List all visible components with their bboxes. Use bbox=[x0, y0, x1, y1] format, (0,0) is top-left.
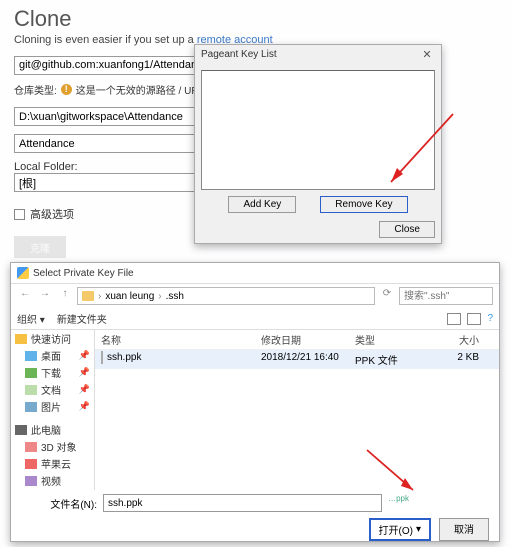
filename-input[interactable] bbox=[103, 494, 382, 512]
tree-downloads[interactable]: 下载 bbox=[41, 365, 61, 380]
pageant-dialog: Pageant Key List ✕ Add Key Remove Key Cl… bbox=[194, 44, 442, 244]
ppk-icon bbox=[101, 351, 103, 364]
refresh-icon[interactable]: ⟳ bbox=[379, 288, 395, 304]
file-size: 2 KB bbox=[423, 352, 493, 367]
file-type: PPK 文件 bbox=[355, 352, 423, 367]
tree-video[interactable]: 视频 bbox=[41, 473, 61, 488]
file-dialog-title: Select Private Key File bbox=[33, 268, 134, 279]
advanced-checkbox[interactable] bbox=[14, 209, 25, 220]
preview-icon[interactable] bbox=[467, 313, 481, 325]
address-bar[interactable]: › xuan leung › .ssh bbox=[77, 287, 375, 305]
tree-pc[interactable]: 此电脑 bbox=[31, 422, 61, 437]
close-button[interactable]: Close bbox=[379, 221, 435, 238]
shield-icon bbox=[17, 267, 29, 279]
pageant-title: Pageant Key List bbox=[201, 49, 277, 60]
open-button[interactable]: 打开(O)▾ bbox=[369, 518, 431, 541]
col-name[interactable]: 名称 bbox=[101, 332, 261, 347]
breadcrumb-dir[interactable]: .ssh bbox=[166, 291, 184, 302]
annotation-arrow-icon bbox=[363, 448, 423, 496]
clone-button[interactable]: 克隆 bbox=[14, 236, 66, 258]
key-list[interactable] bbox=[201, 70, 435, 190]
nav-up-icon[interactable]: ↑ bbox=[57, 288, 73, 304]
warning-icon: ! bbox=[61, 84, 72, 95]
file-name: ssh.ppk bbox=[107, 352, 141, 363]
view-icon[interactable] bbox=[447, 313, 461, 325]
nav-back-icon[interactable]: ← bbox=[17, 288, 33, 304]
cancel-button[interactable]: 取消 bbox=[439, 518, 489, 541]
warn-label: 仓库类型: bbox=[14, 82, 57, 97]
page-title: Clone bbox=[14, 6, 497, 32]
new-folder-button[interactable]: 新建文件夹 bbox=[57, 311, 107, 326]
help-icon[interactable]: ? bbox=[487, 313, 493, 324]
search-input[interactable] bbox=[399, 287, 493, 305]
tree-desktop[interactable]: 桌面 bbox=[41, 348, 61, 363]
file-row[interactable]: ssh.ppk 2018/12/21 16:40 PPK 文件 2 KB bbox=[95, 350, 499, 369]
col-date[interactable]: 修改日期 bbox=[261, 332, 355, 347]
annotation-arrow-icon bbox=[383, 112, 463, 192]
close-icon[interactable]: ✕ bbox=[419, 48, 435, 61]
organize-menu[interactable]: 组织 ▾ bbox=[17, 311, 45, 326]
subtitle-text: Cloning is even easier if you set up a bbox=[14, 34, 197, 46]
tree-docs[interactable]: 文档 bbox=[41, 382, 61, 397]
folder-icon bbox=[82, 291, 94, 301]
select-value: [根] bbox=[19, 175, 36, 191]
tree-apple[interactable]: 苹果云 bbox=[41, 456, 71, 471]
file-date: 2018/12/21 16:40 bbox=[261, 352, 355, 367]
filename-label: 文件名(N): bbox=[21, 496, 97, 511]
file-dialog: Select Private Key File ← → ↑ › xuan leu… bbox=[10, 262, 500, 542]
tree-3d[interactable]: 3D 对象 bbox=[41, 439, 77, 454]
col-type[interactable]: 类型 bbox=[355, 332, 423, 347]
nav-tree[interactable]: 快速访问 桌面📌 下载📌 文档📌 图片📌 此电脑 3D 对象 苹果云 视频 图片… bbox=[11, 330, 95, 490]
col-size[interactable]: 大小 bbox=[423, 332, 493, 347]
add-key-button[interactable]: Add Key bbox=[228, 196, 296, 213]
tree-quick[interactable]: 快速访问 bbox=[31, 331, 71, 346]
advanced-label: 高级选项 bbox=[30, 206, 74, 222]
tree-pics[interactable]: 图片 bbox=[41, 399, 61, 414]
nav-fwd-icon[interactable]: → bbox=[37, 288, 53, 304]
warn-text: 这是一个无效的源路径 / URL bbox=[76, 82, 204, 97]
breadcrumb-user[interactable]: xuan leung bbox=[105, 291, 154, 302]
remove-key-button[interactable]: Remove Key bbox=[320, 196, 407, 213]
